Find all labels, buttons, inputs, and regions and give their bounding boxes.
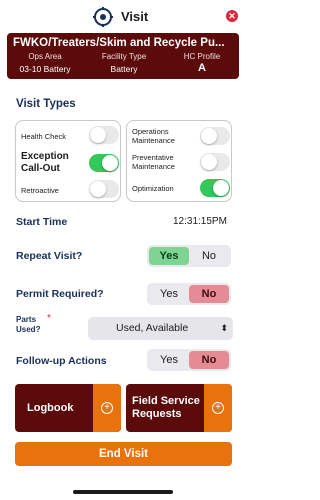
hc-profile-label: HC Profile [183,52,221,61]
field-service-add-area[interactable]: + [204,384,232,432]
health-check-toggle[interactable] [89,126,119,144]
preventative-maintenance-label: Preventative Maintenance [132,153,175,171]
visit-types-right-group: Operations Maintenance Preventative Main… [126,120,232,202]
preventative-maintenance-toggle[interactable] [200,153,230,171]
visit-type-preventative-maintenance: Preventative Maintenance [132,151,232,175]
followup-actions-segmented: Yes No [147,349,231,371]
page-title: Visit [121,9,149,24]
parts-used-value: Used, Available [116,322,189,334]
facility-type: Facility Type Battery [94,52,154,74]
home-indicator [73,490,173,494]
logbook-label: Logbook [27,402,74,414]
followup-no[interactable]: No [189,351,229,369]
parts-used-label: Parts Used? [16,315,41,334]
end-visit-button[interactable]: End Visit [15,442,232,466]
facility-title: FWKO/Treaters/Skim and Recycle Pu... [13,37,225,49]
visit-type-retroactive: Retroactive [21,180,121,200]
ops-area-value: 03-10 Battery [19,64,71,74]
facility-banner: FWKO/Treaters/Skim and Recycle Pu... Ops… [7,33,239,79]
repeat-visit-segmented: Yes No [147,245,231,267]
plus-circle-icon: + [212,402,224,414]
visit-type-optimization: Optimization [132,178,232,198]
operations-maintenance-toggle[interactable] [200,127,230,145]
logbook-add-area[interactable]: + [93,384,121,432]
visit-type-exception-callout: Exception Call-Out [21,150,121,176]
start-time-label: Start Time [16,216,68,228]
start-time-value[interactable]: 12:31:15PM [173,216,227,227]
visit-type-operations-maintenance: Operations Maintenance [132,125,232,147]
facility-type-value: Battery [110,64,138,74]
operations-maintenance-label: Operations Maintenance [132,127,175,145]
permit-required-label: Permit Required? [16,288,104,300]
repeat-visit-label: Repeat Visit? [16,250,83,262]
retroactive-label: Retroactive [21,186,59,195]
permit-required-no[interactable]: No [189,285,229,303]
optimization-toggle[interactable] [200,179,230,197]
repeat-visit-no[interactable]: No [189,247,229,265]
health-check-label: Health Check [21,132,67,141]
visit-types-title: Visit Types [16,98,76,110]
required-mark: * [47,313,51,324]
visit-type-health-check: Health Check [21,126,121,146]
facility-type-label: Facility Type [101,52,147,61]
logbook-button[interactable]: Logbook + [15,384,121,432]
hc-profile: HC Profile A [176,52,228,74]
chevron-up-down-icon: ⬍ [220,323,228,333]
field-service-requests-label: Field Service Requests [132,395,200,420]
ops-area-label: Ops Area [28,52,62,61]
visit-types-left-group: Health Check Exception Call-Out Retroact… [15,120,121,202]
followup-actions-label: Follow-up Actions [16,355,107,367]
app-logo-icon [93,7,113,27]
hc-profile-value: A [198,62,206,74]
permit-required-yes[interactable]: Yes [149,285,189,303]
repeat-visit-yes[interactable]: Yes [149,247,189,265]
plus-circle-icon: + [101,402,113,414]
header: Visit ✕ [0,0,246,34]
retroactive-toggle[interactable] [89,180,119,198]
close-icon[interactable]: ✕ [226,10,238,22]
exception-callout-toggle[interactable] [89,154,119,172]
optimization-label: Optimization [132,184,174,193]
followup-yes[interactable]: Yes [149,351,189,369]
exception-callout-label: Exception Call-Out [21,151,69,174]
permit-required-segmented: Yes No [147,283,231,305]
field-service-requests-button[interactable]: Field Service Requests + [126,384,232,432]
parts-used-select[interactable]: Used, Available ⬍ [88,317,233,340]
ops-area: Ops Area 03-10 Battery [17,52,73,74]
